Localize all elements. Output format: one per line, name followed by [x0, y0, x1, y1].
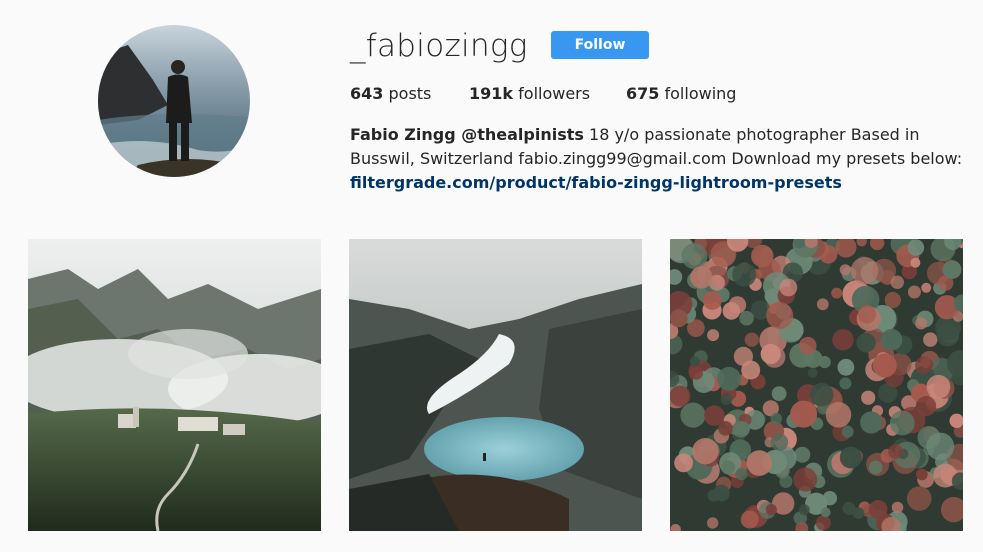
bio-link[interactable]: filtergrade.com/product/fabio-zingg-ligh… — [350, 173, 842, 192]
posts-count: 643 — [350, 84, 384, 103]
posts-stat: 643 posts — [350, 84, 431, 104]
following-count: 675 — [626, 84, 660, 103]
profile-avatar[interactable] — [98, 25, 250, 177]
follow-button[interactable]: Follow — [551, 31, 649, 59]
profile-full-name: Fabio Zingg @thealpinists — [350, 125, 584, 144]
post-thumbnail[interactable] — [349, 239, 642, 531]
posts-label: posts — [388, 84, 432, 103]
post-thumbnail[interactable] — [28, 239, 321, 531]
followers-stat[interactable]: 191k followers — [469, 84, 590, 104]
profile-bio: Fabio Zingg @thealpinists 18 y/o passion… — [350, 123, 965, 195]
following-label: following — [664, 84, 737, 103]
followers-count: 191k — [469, 84, 514, 103]
profile-username: _fabiozingg — [350, 28, 528, 64]
post-thumbnail[interactable] — [670, 239, 963, 531]
followers-label: followers — [518, 84, 591, 103]
following-stat[interactable]: 675 following — [626, 84, 736, 104]
